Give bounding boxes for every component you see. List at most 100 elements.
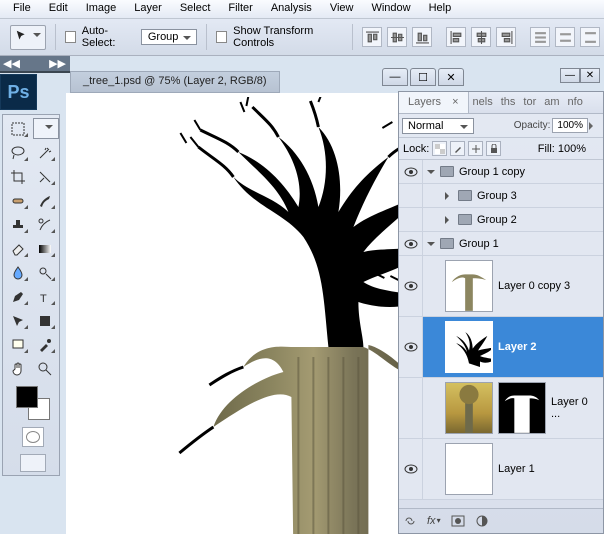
add-mask-icon[interactable]: [451, 515, 465, 527]
tab-layers[interactable]: Layers ×: [399, 92, 469, 113]
layer-row-group[interactable]: Group 2: [399, 208, 603, 232]
tool-type[interactable]: T: [33, 286, 57, 307]
tab-info[interactable]: nfo: [564, 92, 587, 113]
tool-notes[interactable]: [6, 334, 30, 355]
visibility-toggle[interactable]: [399, 439, 423, 499]
tab-histogram[interactable]: am: [540, 92, 563, 113]
align-bottom-icon[interactable]: [412, 27, 432, 47]
visibility-toggle[interactable]: [399, 317, 423, 377]
layer-row[interactable]: Layer 1: [399, 439, 603, 500]
align-left-icon[interactable]: [446, 27, 466, 47]
tool-magic-wand[interactable]: [33, 142, 57, 163]
menu-select[interactable]: Select: [171, 0, 220, 18]
layer-row-group[interactable]: Group 3: [399, 184, 603, 208]
layer-row-group[interactable]: Group 1 copy: [399, 160, 603, 184]
document-tab[interactable]: _tree_1.psd @ 75% (Layer 2, RGB/8): [70, 71, 280, 93]
quickmask-button[interactable]: [22, 427, 44, 447]
layer-name[interactable]: Layer 0 copy 3: [498, 280, 570, 292]
layer-row[interactable]: Layer 2: [399, 317, 603, 378]
visibility-toggle[interactable]: [399, 256, 423, 316]
distribute-bottom-icon[interactable]: [580, 27, 600, 47]
tool-stamp[interactable]: [6, 214, 30, 235]
visibility-toggle[interactable]: [399, 160, 423, 183]
distribute-top-icon[interactable]: [530, 27, 550, 47]
visibility-toggle[interactable]: [399, 184, 423, 207]
menu-view[interactable]: View: [321, 0, 363, 18]
visibility-toggle[interactable]: [399, 378, 423, 438]
layer-name[interactable]: Layer 1: [498, 463, 535, 475]
visibility-toggle[interactable]: [399, 208, 423, 231]
layer-row[interactable]: Layer 0 ...: [399, 378, 603, 439]
app-minimize-button[interactable]: —: [560, 68, 580, 83]
close-button[interactable]: ✕: [438, 68, 464, 86]
menu-filter[interactable]: Filter: [219, 0, 261, 18]
lock-all-icon[interactable]: [486, 141, 501, 156]
tool-eyedropper[interactable]: [33, 334, 57, 355]
tool-path-select[interactable]: [6, 310, 30, 331]
layer-name[interactable]: Layer 2: [498, 341, 537, 353]
menu-help[interactable]: Help: [420, 0, 461, 18]
screenmode-button[interactable]: [20, 454, 46, 472]
tool-healing[interactable]: [6, 190, 30, 211]
tool-marquee[interactable]: [6, 118, 30, 139]
layer-thumbnail[interactable]: [445, 443, 493, 495]
tool-move[interactable]: [33, 118, 59, 139]
align-hcenter-icon[interactable]: [471, 27, 491, 47]
menu-file[interactable]: File: [4, 0, 40, 18]
layer-name[interactable]: Group 1 copy: [459, 166, 525, 178]
distribute-vcenter-icon[interactable]: [555, 27, 575, 47]
menu-layer[interactable]: Layer: [125, 0, 171, 18]
color-swatches[interactable]: [6, 382, 59, 420]
layer-name[interactable]: Group 3: [477, 190, 517, 202]
layer-name[interactable]: Group 1: [459, 238, 499, 250]
current-tool-indicator[interactable]: [10, 25, 46, 50]
tool-shape[interactable]: [33, 310, 57, 331]
tool-brush[interactable]: [33, 190, 57, 211]
layer-row-group[interactable]: Group 1: [399, 232, 603, 256]
show-transform-checkbox[interactable]: [216, 31, 227, 43]
close-tab-icon[interactable]: ×: [445, 92, 462, 112]
tool-pen[interactable]: [6, 286, 30, 307]
disclosure-icon[interactable]: [445, 192, 453, 200]
lock-transparency-icon[interactable]: [432, 141, 447, 156]
tool-slice[interactable]: [33, 166, 57, 187]
fill-field[interactable]: 100%: [558, 143, 586, 155]
tool-zoom[interactable]: [33, 358, 57, 379]
auto-select-mode[interactable]: Group: [141, 29, 198, 45]
disclosure-icon[interactable]: [427, 242, 435, 250]
tool-blur[interactable]: [6, 262, 30, 283]
lock-pixels-icon[interactable]: [450, 141, 465, 156]
tab-channels[interactable]: nels: [469, 92, 497, 113]
layer-thumbnail[interactable]: [445, 382, 493, 434]
lock-position-icon[interactable]: [468, 141, 483, 156]
layer-name[interactable]: Layer 0 ...: [551, 396, 599, 420]
disclosure-icon[interactable]: [445, 216, 453, 224]
layer-name[interactable]: Group 2: [477, 214, 517, 226]
tool-eraser[interactable]: [6, 238, 30, 259]
tool-gradient[interactable]: [33, 238, 57, 259]
layer-fx-icon[interactable]: fx▾: [427, 515, 441, 527]
menu-image[interactable]: Image: [77, 0, 126, 18]
foreground-color[interactable]: [16, 386, 38, 408]
tool-crop[interactable]: [6, 166, 30, 187]
maximize-button[interactable]: ☐: [410, 68, 436, 86]
blend-mode-select[interactable]: Normal: [402, 118, 474, 134]
tool-hand[interactable]: [6, 358, 30, 379]
layer-thumbnail[interactable]: [445, 321, 493, 373]
menu-edit[interactable]: Edit: [40, 0, 77, 18]
opacity-field[interactable]: 100%: [552, 118, 588, 133]
auto-select-checkbox[interactable]: [65, 31, 76, 43]
tab-history[interactable]: tor: [519, 92, 540, 113]
palette-drag-handle[interactable]: ◀◀ ▶▶: [0, 56, 70, 73]
align-top-icon[interactable]: [362, 27, 382, 47]
tool-history-brush[interactable]: [33, 214, 57, 235]
layer-mask-thumbnail[interactable]: [498, 382, 546, 434]
app-close-button[interactable]: ✕: [580, 68, 600, 83]
align-vcenter-icon[interactable]: [387, 27, 407, 47]
disclosure-icon[interactable]: [427, 170, 435, 178]
tool-lasso[interactable]: [6, 142, 30, 163]
tab-paths[interactable]: ths: [497, 92, 520, 113]
menu-analysis[interactable]: Analysis: [262, 0, 321, 18]
layer-row[interactable]: Layer 0 copy 3: [399, 256, 603, 317]
layer-list[interactable]: Group 1 copy Group 3 Group 2 Group 1 Lay…: [399, 160, 603, 508]
